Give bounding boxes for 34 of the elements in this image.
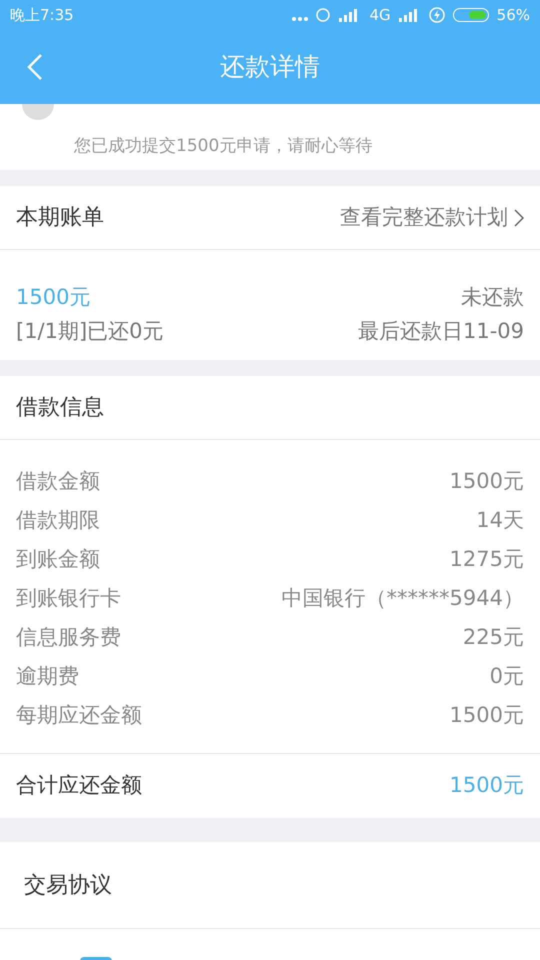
info-label: 信息服务费 (16, 624, 121, 651)
info-label: 逾期费 (16, 662, 79, 690)
info-value: 1275元 (450, 546, 524, 573)
info-label: 借款金额 (16, 468, 100, 495)
repayment-plan-link[interactable]: 查看完整还款计划 (340, 202, 508, 234)
page-title: 还款详情 (220, 51, 320, 84)
network-label: 4G (369, 4, 391, 26)
info-value: 中国银行（******5944） (282, 584, 524, 612)
loan-info-title: 借款信息 (16, 394, 104, 422)
info-value: 225元 (462, 624, 524, 651)
bill-amount: 1500元 (16, 284, 90, 311)
agreement-title: 交易协议 (24, 872, 112, 900)
info-value: 1500元 (450, 468, 524, 495)
info-value: 1500元 (450, 702, 524, 729)
info-value: 14天 (476, 506, 524, 534)
bill-header[interactable]: 本期账单 查看完整还款计划 (0, 186, 540, 250)
info-value: 0元 (490, 662, 524, 690)
info-label: 到账银行卡 (16, 584, 121, 612)
bill-title: 本期账单 (16, 204, 104, 232)
charging-icon (428, 7, 445, 23)
info-label: 借款期限 (16, 506, 100, 534)
back-icon (27, 53, 43, 81)
info-label: 每期应还金额 (16, 702, 142, 729)
total-value: 1500元 (450, 772, 524, 800)
total-label: 合计应还金额 (16, 772, 142, 800)
battery-percent: 56% (496, 4, 530, 26)
status-time: 晚上7:35 (10, 4, 74, 26)
chevron-right-icon (514, 208, 524, 226)
due-date: 最后还款日11-09 (358, 318, 524, 344)
info-label: 到账金额 (16, 546, 100, 573)
bill-status: 未还款 (461, 284, 524, 311)
status-message: 您已成功提交1500元申请，请耐心等待 (73, 135, 374, 158)
battery-icon (452, 8, 489, 22)
bill-period: [1/1期]已还0元 (16, 318, 164, 344)
